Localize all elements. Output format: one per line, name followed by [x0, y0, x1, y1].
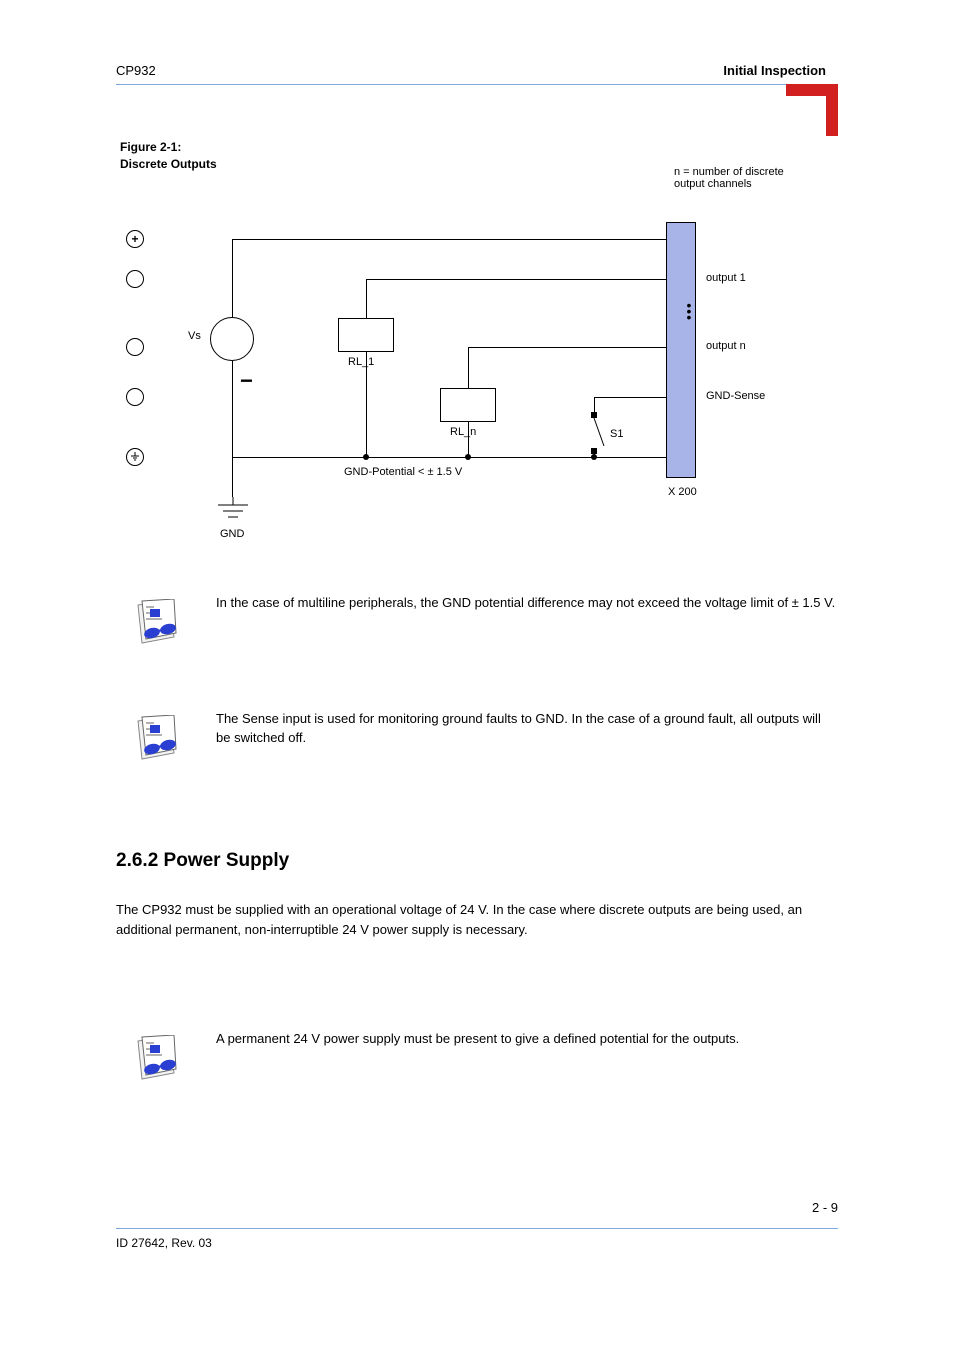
wire — [366, 279, 666, 280]
connector-strip — [666, 222, 696, 478]
pin-gnd-sense — [126, 388, 144, 406]
wire — [232, 239, 666, 240]
rl1-label: RL_1 — [348, 356, 374, 368]
pin-plus: + — [126, 230, 144, 248]
wire — [468, 347, 666, 348]
pin-output-n — [126, 338, 144, 356]
rln-label: RL_n — [450, 426, 476, 438]
wire — [468, 347, 469, 388]
minus-symbol: − — [240, 368, 253, 394]
wire — [594, 397, 666, 398]
pin-ellipsis: ••• — [680, 302, 700, 320]
bottom-rule — [116, 1228, 838, 1229]
note-2-text: The Sense input is used for monitoring g… — [216, 710, 836, 748]
connector-label: X 200 — [668, 486, 697, 498]
figure-number: Figure 2-1: — [120, 140, 181, 154]
load-rl1 — [338, 318, 394, 352]
pin-gnd-sense-label: GND-Sense — [706, 390, 765, 402]
schematic-diagram: Figure 2-1: Discrete Outputs n = number … — [120, 140, 840, 570]
wire — [232, 239, 233, 317]
corner-crop-mark — [786, 84, 838, 136]
section-heading: 2.6.2 Power Supply — [116, 850, 289, 872]
wire — [366, 352, 367, 457]
pin-output-n-label: output n — [706, 340, 746, 352]
footer-id: ID 27642, Rev. 03 — [116, 1236, 212, 1250]
header-section: Initial Inspection — [723, 63, 826, 78]
voltage-source — [210, 317, 254, 361]
load-rln — [440, 388, 496, 422]
figure-caption: Discrete Outputs — [120, 157, 217, 171]
ground-symbol — [216, 497, 250, 530]
node — [591, 454, 597, 460]
pin-output-1-label: output 1 — [706, 272, 746, 284]
wire — [468, 422, 469, 457]
pin-count-note: n = number of discrete output channels — [674, 166, 814, 190]
gnd-label: GND — [220, 528, 244, 540]
node — [363, 454, 369, 460]
node — [465, 454, 471, 460]
top-rule — [116, 84, 826, 85]
note-1-text: In the case of multiline peripherals, th… — [216, 594, 836, 613]
page-number: 2 - 9 — [812, 1200, 838, 1215]
s1-label: S1 — [610, 428, 623, 440]
section-body: The CP932 must be supplied with an opera… — [116, 900, 826, 939]
wire — [232, 361, 233, 458]
switch-s1 — [586, 412, 610, 461]
gnd-potential-label: GND-Potential < ± 1.5 V — [344, 466, 462, 478]
wire — [232, 457, 233, 497]
note-icon — [128, 599, 184, 649]
note-3-text: A permanent 24 V power supply must be pr… — [216, 1030, 836, 1049]
wire — [366, 279, 367, 318]
pin-output-1 — [126, 270, 144, 288]
header-product: CP932 — [116, 63, 156, 78]
note-icon — [128, 715, 184, 765]
note-icon — [128, 1035, 184, 1085]
pin-ground — [126, 448, 144, 466]
vs-label: Vs — [188, 330, 201, 342]
